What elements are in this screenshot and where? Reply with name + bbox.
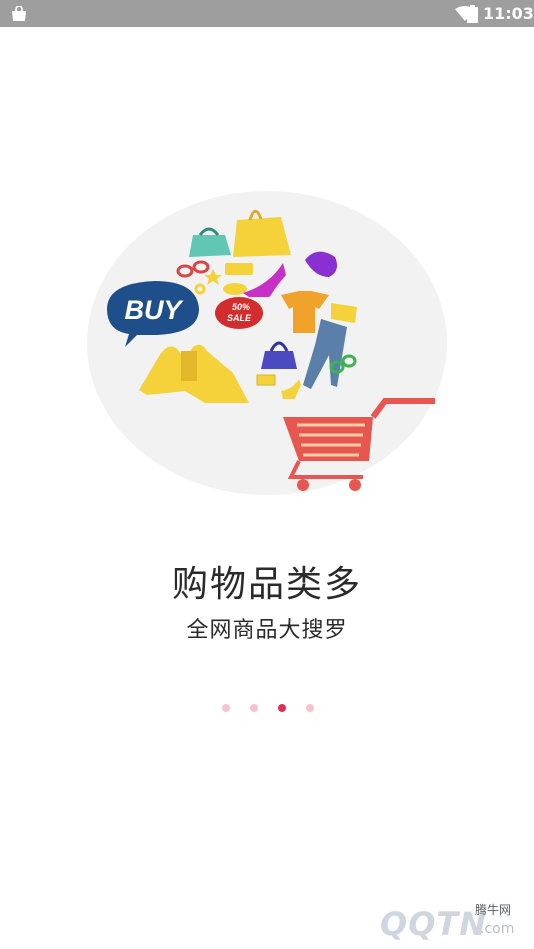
card-icon <box>256 374 276 386</box>
sale-label: SALE <box>227 313 252 323</box>
watermark-logo: QQTN <box>380 905 488 943</box>
shopping-illustration: BUY 50% SALE <box>87 191 447 495</box>
status-time: 11:03 <box>483 4 534 23</box>
watermark: QQTN .com 腾牛网 <box>330 895 534 949</box>
shopping-bag-icon <box>12 6 26 21</box>
onboarding-title: 购物品类多 <box>171 564 362 605</box>
battery-icon <box>467 5 478 23</box>
watermark-chinese-name: 腾牛网 <box>475 903 512 917</box>
page-dot[interactable] <box>306 704 314 712</box>
watermark-domain: .com <box>480 921 515 937</box>
wallet-icon <box>225 263 253 275</box>
page-dot[interactable] <box>278 704 286 712</box>
status-bar: 11:03 <box>0 0 534 27</box>
sale-percent: 50% <box>232 302 250 312</box>
page-dot[interactable] <box>222 704 230 712</box>
page-dot[interactable] <box>250 704 258 712</box>
buy-text: BUY <box>124 295 184 325</box>
sale-tag: 50% SALE <box>215 297 263 329</box>
page-indicator <box>0 704 534 714</box>
onboarding-subtitle: 全网商品大搜罗 <box>186 618 348 643</box>
